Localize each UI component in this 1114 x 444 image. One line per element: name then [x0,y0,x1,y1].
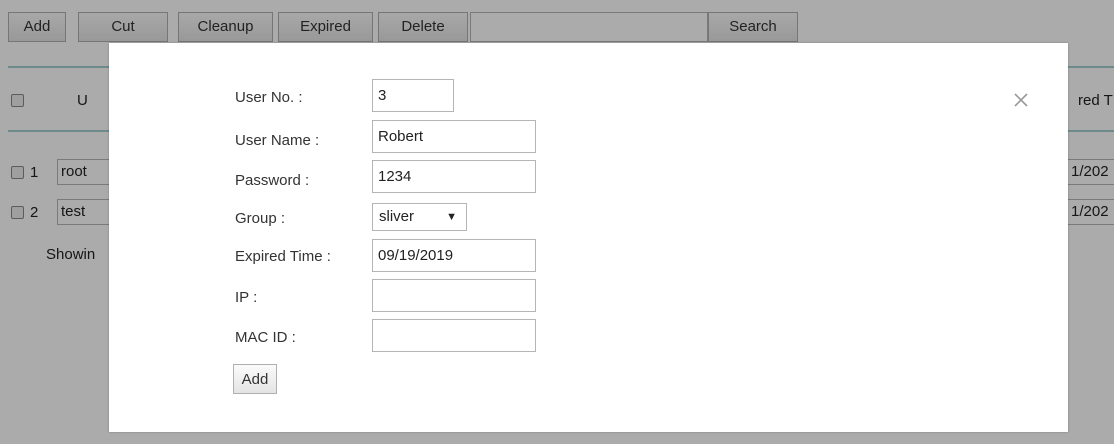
dropdown-arrow-icon: ▼ [446,211,457,223]
add-user-dialog: User No. : User Name : Password : Group … [109,43,1068,432]
group-select-value: sliver [379,208,415,225]
user-name-label: User Name : [235,132,320,149]
expired-time-label: Expired Time : [235,248,331,265]
add-user-button[interactable]: Add [233,364,277,394]
mac-id-label: MAC ID : [235,329,296,346]
close-icon[interactable] [1012,91,1030,109]
ip-field[interactable] [372,279,536,312]
user-name-field[interactable] [372,120,536,153]
group-select[interactable]: sliver ▼ [372,203,467,231]
password-field[interactable] [372,160,536,193]
user-no-field[interactable] [372,79,454,112]
expired-time-field[interactable] [372,239,536,272]
mac-id-field[interactable] [372,319,536,352]
group-label: Group : [235,210,286,227]
user-no-label: User No. : [235,89,303,106]
ip-label: IP : [235,289,258,306]
password-label: Password : [235,172,310,189]
